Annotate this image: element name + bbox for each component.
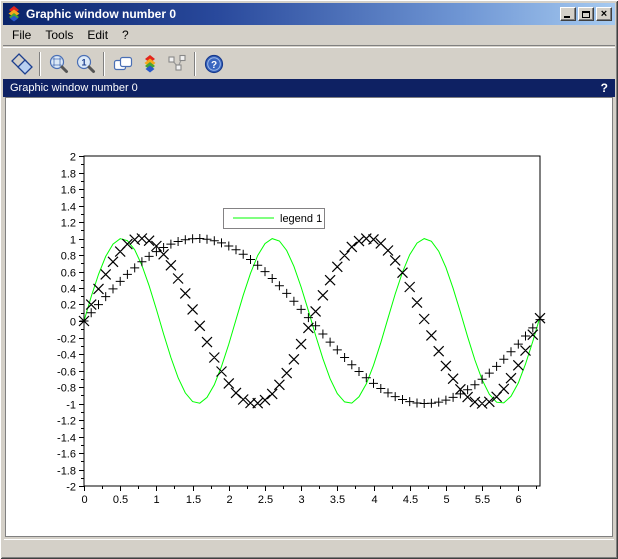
x-tick-label: 4.5 — [403, 494, 418, 506]
toolbar-separator — [194, 52, 196, 76]
x-tick-label: 3 — [298, 494, 304, 506]
x-tick-label: 3.5 — [330, 494, 345, 506]
x-tick-label: 5 — [443, 494, 449, 506]
y-tick-label: 0.4 — [61, 284, 76, 296]
help-button[interactable]: ? — [200, 50, 227, 77]
x-tick-label: 4 — [371, 494, 377, 506]
x-tick-label: 1 — [153, 494, 159, 506]
maximize-icon — [582, 11, 590, 18]
polyline-graph-icon — [166, 53, 188, 75]
close-button[interactable]: × — [596, 7, 612, 21]
statusbar — [4, 539, 614, 556]
x-tick-label: 0 — [81, 494, 87, 506]
y-tick-label: -1.2 — [57, 416, 76, 428]
menubar: File Tools Edit ? — [3, 25, 615, 46]
y-tick-label: 1 — [70, 235, 76, 247]
y-tick-label: -2 — [66, 482, 76, 494]
menu-file[interactable]: File — [5, 26, 38, 44]
x-tick-label: 0.5 — [113, 494, 128, 506]
scilab-app-icon — [6, 6, 22, 22]
rotate-copy-icon — [11, 53, 33, 75]
sine-plot: 0 0.5 1 1.5 2 2.5 3 3.5 4 4.5 5 5.5 6 -2 -1.8 -1.6 -1.4 -… — [6, 98, 614, 538]
svg-text:1: 1 — [81, 57, 86, 67]
y-tick-label: -1.8 — [57, 466, 76, 478]
y-tick-label: 0.8 — [61, 251, 76, 263]
plot-canvas: 0 0.5 1 1.5 2 2.5 3 3.5 4 4.5 5 5.5 6 -2 -1.8 -1.6 -1.4 -… — [5, 97, 613, 537]
graphic-window: Graphic window number 0 × File Tools Edi… — [0, 0, 618, 559]
menu-help[interactable]: ? — [115, 26, 136, 44]
x-tick-label: 2.5 — [258, 494, 273, 506]
y-tick-label: -1.6 — [57, 449, 76, 461]
x-tick-label: 5.5 — [475, 494, 490, 506]
minimize-icon — [564, 16, 570, 18]
y-tick-label: -1 — [66, 400, 76, 412]
x-tick-label: 2 — [226, 494, 232, 506]
maximize-button[interactable] — [578, 7, 594, 21]
x-tick-label: 6 — [515, 494, 521, 506]
toolbar-separator — [103, 52, 105, 76]
toolbar: 1 — [3, 47, 615, 79]
zoom-area-button[interactable] — [45, 50, 72, 77]
zoom-area-icon — [48, 53, 70, 75]
polyline-graph-button[interactable] — [163, 50, 190, 77]
titlebar: Graphic window number 0 × — [3, 3, 615, 25]
original-view-icon: 1 — [75, 53, 97, 75]
y-tick-label: 1.6 — [61, 185, 76, 197]
help-icon: ? — [203, 53, 225, 75]
y-tick-label: -0.6 — [57, 367, 76, 379]
menu-tools[interactable]: Tools — [38, 26, 80, 44]
dialog-windows-button[interactable] — [109, 50, 136, 77]
y-tick-label: 2 — [70, 152, 76, 164]
dialog-windows-icon — [112, 53, 134, 75]
y-tick-label: -0.4 — [57, 350, 76, 362]
y-tick-label: 1.8 — [61, 169, 76, 181]
svg-text:?: ? — [210, 60, 216, 71]
infobar-help-button[interactable]: ? — [601, 81, 608, 95]
x-tick-label: 1.5 — [186, 494, 201, 506]
window-controls: × — [560, 7, 612, 21]
window-title: Graphic window number 0 — [26, 7, 560, 21]
original-view-button[interactable]: 1 — [72, 50, 99, 77]
minimize-button[interactable] — [560, 7, 576, 21]
y-tick-label: 1.4 — [61, 202, 76, 214]
y-tick-label: -0.8 — [57, 383, 76, 395]
infobar-title: Graphic window number 0 — [10, 82, 601, 94]
y-tick-label: -0.2 — [57, 334, 76, 346]
ged-editor-button[interactable] — [136, 50, 163, 77]
y-tick-label: -1.4 — [57, 433, 76, 445]
y-tick-label: 0.2 — [61, 300, 76, 312]
menu-edit[interactable]: Edit — [80, 26, 115, 44]
y-tick-label: 0 — [70, 317, 76, 329]
close-icon: × — [601, 9, 607, 19]
infobar: Graphic window number 0 ? — [3, 79, 615, 97]
legend-label: legend 1 — [280, 213, 322, 225]
y-tick-label: 0.6 — [61, 268, 76, 280]
toolbar-separator — [39, 52, 41, 76]
y-tick-label: 1.2 — [61, 218, 76, 230]
ged-editor-icon — [139, 53, 161, 75]
rotate-copy-button[interactable] — [8, 50, 35, 77]
